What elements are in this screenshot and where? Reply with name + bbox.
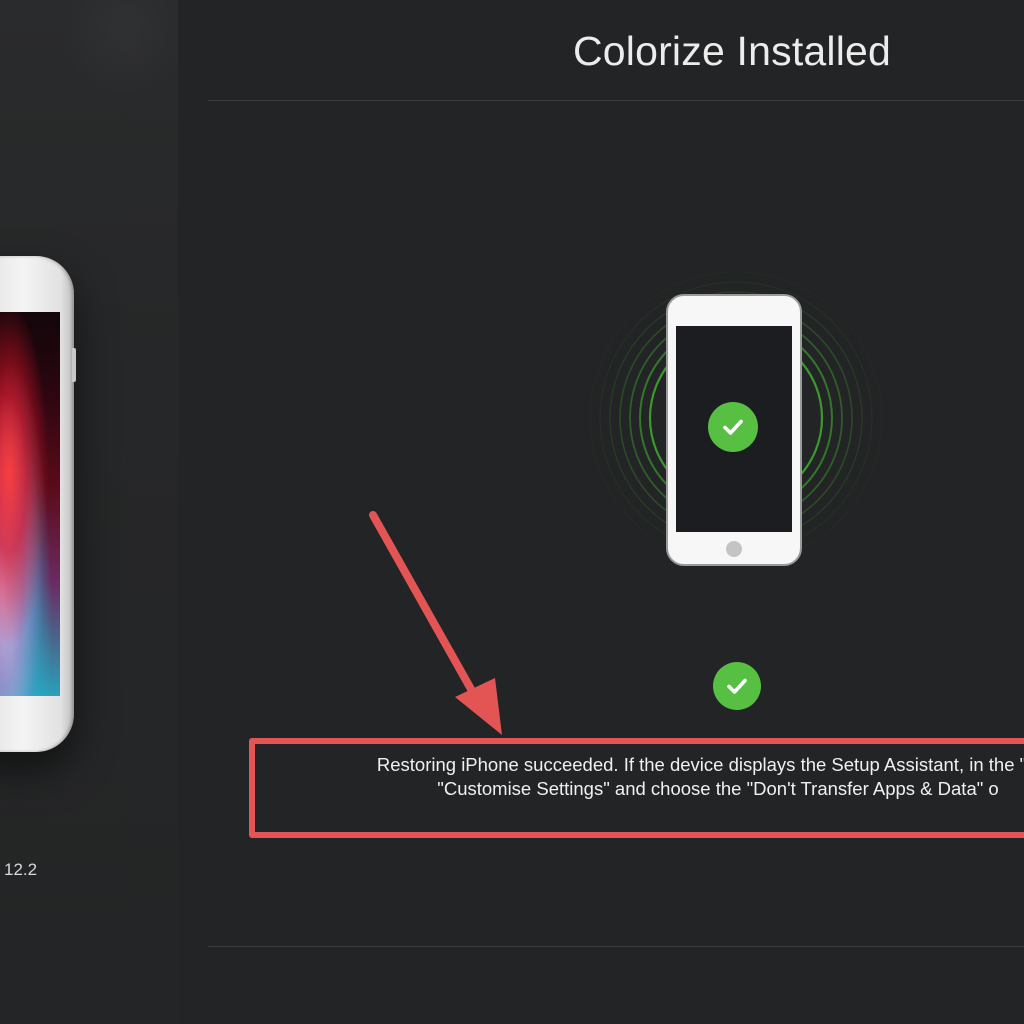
check-circle-icon <box>708 402 758 452</box>
checkmark-icon <box>727 678 747 694</box>
phone-screen <box>676 326 792 532</box>
sidebar-glow <box>60 0 190 100</box>
annotation-highlight-box <box>249 738 1024 838</box>
main-panel: Colorize Installed Restoring iPhone succ… <box>178 0 1024 1024</box>
iphone-photo <box>0 256 76 752</box>
title-divider <box>208 100 1024 101</box>
sidebar: 12.2 <box>0 0 190 1024</box>
checkmark-icon <box>723 419 743 435</box>
iphone-side-button <box>72 348 76 382</box>
app-window: 12.2 Colorize Installed Restoring iPhone… <box>0 0 1024 1024</box>
device-version-label: 12.2 <box>4 860 38 879</box>
iphone-photo-screen <box>0 312 60 696</box>
phone-icon <box>666 294 802 566</box>
page-title: Colorize Installed <box>572 28 892 74</box>
device-status-graphic <box>586 268 886 568</box>
status-check-icon <box>713 662 761 710</box>
bottom-divider <box>208 946 1024 947</box>
phone-home-button <box>726 541 742 557</box>
